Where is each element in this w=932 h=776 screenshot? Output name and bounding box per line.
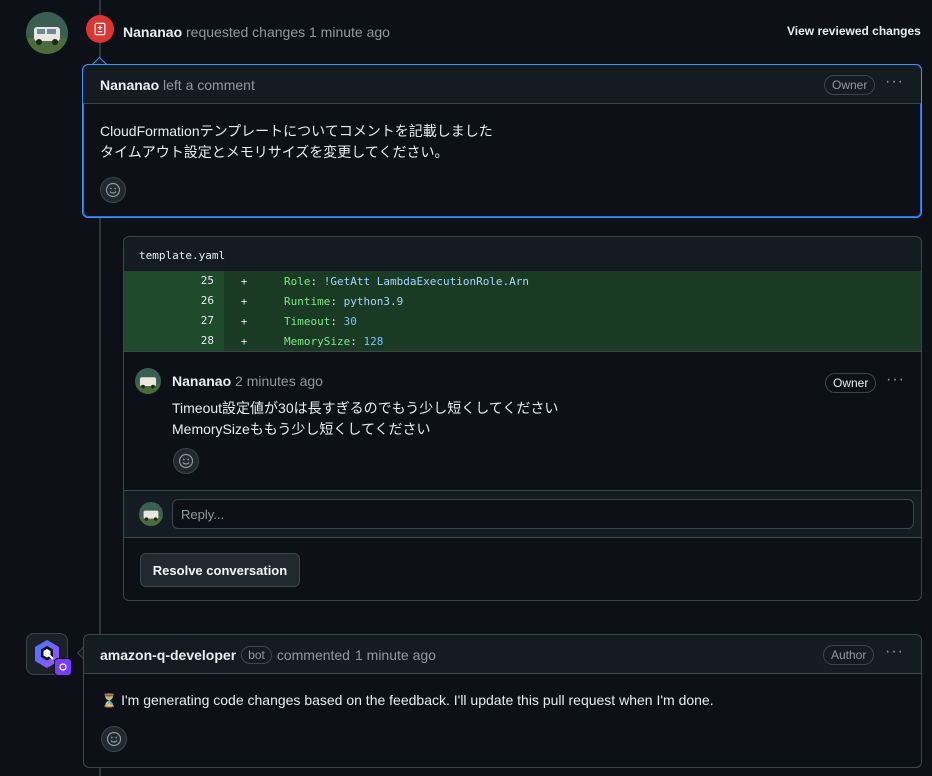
hourglass-icon: ⏳ [101,693,118,708]
avatar[interactable] [26,12,68,54]
diff-sign: + [240,334,248,348]
diff-line: 26 + Runtime: python3.9 [124,291,921,311]
line-number[interactable]: 26 [124,291,224,311]
kebab-menu-icon[interactable]: ··· [885,73,904,91]
file-header: template.yaml [124,237,921,271]
bot-label-badge: bot [241,646,272,664]
diff-sign: + [240,294,248,308]
diff-line: 27 + Timeout: 30 [124,311,921,331]
review-comment-header: Nananao left a comment Owner ··· [83,65,921,104]
comment-line: タイムアウト設定とメモリサイズを変更してください。 [100,144,449,160]
code-content: Timeout: 30 [284,314,357,328]
kebab-menu-icon[interactable]: ··· [885,643,904,661]
review-action: requested changes [186,24,306,40]
review-event-text: Nananao requested changes 1 minute ago [123,24,390,40]
bot-mini-badge-icon [54,658,72,676]
bot-time[interactable]: 1 minute ago [355,647,436,663]
diff-sign: + [240,314,248,328]
inline-comment-user[interactable]: Nananao [172,373,231,389]
resolve-conversation-button[interactable]: Resolve conversation [140,553,300,587]
add-reaction-button[interactable] [101,726,127,752]
bot-action: commented [276,647,350,663]
bot-user-link[interactable]: amazon-q-developer [100,647,236,663]
author-badge: Author [823,645,875,665]
diff-line: 28 + MemorySize: 128 [124,331,921,351]
diff-lines: 25 + Role: !GetAtt LambdaExecutionRole.A… [124,271,921,351]
comment-action: left a comment [163,77,255,93]
request-changes-icon [86,15,114,43]
bot-comment-body: ⏳ I'm generating code changes based on t… [101,692,714,709]
smiley-icon [178,453,194,469]
inline-comment-body: Timeout設定値が30は長すぎるのでもう少し短くしてください MemoryS… [172,398,558,440]
review-comment-body: CloudFormationテンプレートについてコメントを記載しました タイムア… [100,121,493,163]
avatar[interactable] [139,502,163,526]
avatar[interactable] [135,368,161,394]
reply-area: Reply... [124,490,921,538]
comment-line: Timeout設定値が30は長すぎるのでもう少し短くしてください [172,400,559,416]
code-thread: template.yaml 25 + Role: !GetAtt LambdaE… [123,236,922,601]
code-content: Role: !GetAtt LambdaExecutionRole.Arn [284,274,530,288]
owner-badge: Owner [825,373,877,393]
kebab-menu-icon[interactable]: ··· [886,371,905,389]
review-time[interactable]: 1 minute ago [309,24,390,40]
line-number[interactable]: 25 [124,271,224,291]
diff-sign: + [240,274,248,288]
bot-comment-box: amazon-q-developer bot commented 1 minut… [83,634,922,768]
view-reviewed-changes-link[interactable]: View reviewed changes [787,24,921,38]
line-number[interactable]: 28 [124,331,224,351]
bot-comment-text: I'm generating code changes based on the… [121,692,714,708]
review-comment-box: Nananao left a comment Owner ··· CloudFo… [82,64,922,218]
smiley-icon [106,731,122,747]
add-reaction-button[interactable] [100,177,126,203]
add-reaction-button[interactable] [173,448,199,474]
line-number[interactable]: 27 [124,311,224,331]
review-user-link[interactable]: Nananao [123,24,182,40]
inline-comment-time[interactable]: 2 minutes ago [235,373,323,389]
smiley-icon [105,182,121,198]
file-name[interactable]: template.yaml [139,249,225,262]
comment-user-link[interactable]: Nananao [100,77,159,93]
code-content: Runtime: python3.9 [284,294,404,308]
comment-line: CloudFormationテンプレートについてコメントを記載しました [100,123,493,139]
bot-comment-header: amazon-q-developer bot commented 1 minut… [84,635,921,674]
reply-input[interactable]: Reply... [172,499,914,529]
code-content: MemorySize: 128 [284,334,384,348]
diff-line: 25 + Role: !GetAtt LambdaExecutionRole.A… [124,271,921,291]
owner-badge: Owner [824,75,876,95]
comment-line: MemorySizeももう少し短くしてください [172,421,431,437]
